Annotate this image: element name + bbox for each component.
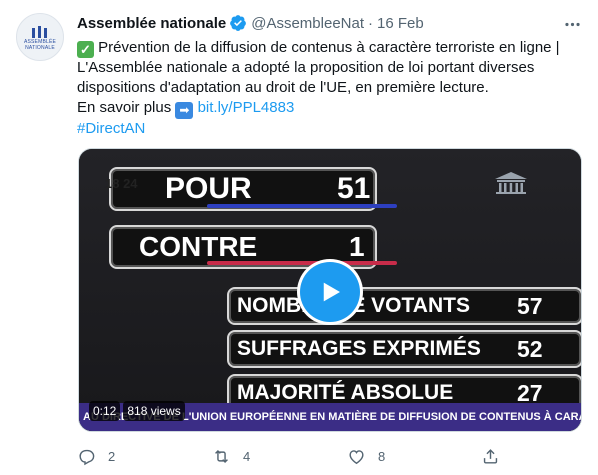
account-handle[interactable]: @AssembleeNat: [251, 15, 364, 32]
retweet-button[interactable]: 4: [212, 445, 250, 467]
share-button[interactable]: [481, 445, 500, 467]
tweet-line-2: L'Assemblée nationale a adopté la propos…: [77, 59, 535, 76]
tweet-date[interactable]: 16 Feb: [377, 15, 424, 32]
video-player[interactable]: POUR 51 18 24 CONTRE 1 NOMBRE DE VOTANTS…: [78, 148, 582, 432]
right-arrow-icon: ➡: [175, 102, 194, 119]
play-icon: [323, 282, 340, 302]
assemblee-building-icon: [495, 172, 527, 194]
tweet[interactable]: ASSEMBLÉE NATIONALE Assemblée nationale …: [0, 0, 598, 475]
tweet-header: Assemblée nationale @AssembleeNat · 16 F…: [77, 12, 424, 34]
verified-badge-icon: [230, 15, 247, 31]
tweet-actions: 2 4 8: [77, 445, 507, 467]
reply-button[interactable]: 2: [77, 445, 115, 467]
header-separator: ·: [368, 14, 374, 32]
tweet-line-5: #DirectAN: [77, 119, 582, 139]
tweet-line-1: ✓ Prévention de la diffusion de contenus…: [77, 38, 582, 58]
video-elapsed: 0:12: [89, 401, 121, 421]
tweet-text: ✓ Prévention de la diffusion de contenus…: [77, 38, 582, 139]
reply-icon: [79, 449, 95, 465]
hashtag-link[interactable]: #DirectAN: [77, 120, 145, 137]
heart-icon: [349, 449, 364, 464]
suffrages-value: 52: [517, 336, 543, 362]
tweet-link[interactable]: bit.ly/PPL4883: [198, 99, 295, 116]
suffrages-label: SUFFRAGES EXPRIMÉS: [237, 337, 481, 360]
avatar[interactable]: ASSEMBLÉE NATIONALE: [16, 13, 64, 61]
account-name[interactable]: Assemblée nationale: [77, 15, 226, 32]
avatar-logo-text: ASSEMBLÉE NATIONALE: [23, 38, 57, 51]
like-button[interactable]: 8: [347, 445, 385, 467]
video-views: 818 views: [123, 401, 185, 421]
contre-underline: [207, 261, 397, 265]
more-dots-icon: [564, 22, 580, 26]
more-options-button[interactable]: [560, 12, 584, 36]
video-stats: 0:12 818 views: [89, 401, 185, 421]
suffrages-panel: SUFFRAGES EXPRIMÉS 52: [227, 330, 581, 368]
play-button[interactable]: [297, 259, 363, 325]
share-icon: [483, 448, 498, 464]
like-count: 8: [378, 448, 386, 464]
tweet-line-3: dispositions d'adaptation au droit de l'…: [77, 79, 489, 96]
votants-value: 57: [517, 293, 543, 319]
pour-value: 51: [337, 172, 371, 205]
assemblee-logo-icon: [30, 24, 50, 38]
retweet-count: 4: [243, 448, 251, 464]
broadcast-time: 18 24: [105, 176, 138, 191]
reply-count: 2: [108, 448, 116, 464]
votants-panel: NOMBRE DE VOTANTS 57: [227, 287, 581, 325]
pour-underline: [207, 204, 397, 208]
tweet-line-4: En savoir plus ➡ bit.ly/PPL4883: [77, 99, 295, 119]
retweet-icon: [215, 449, 228, 463]
check-mark-icon: ✓: [77, 41, 94, 58]
pour-label: POUR: [165, 172, 252, 205]
